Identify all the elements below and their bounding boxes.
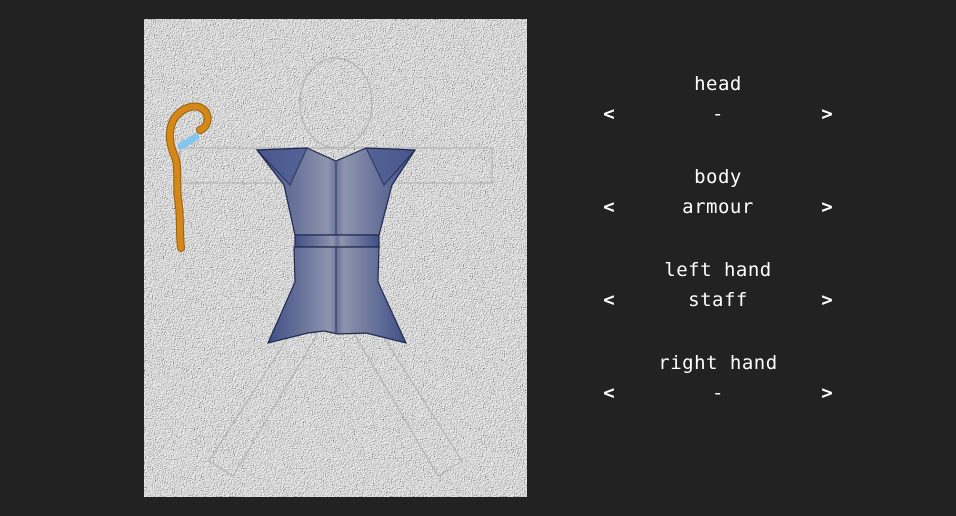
slot-selector: < - > xyxy=(596,99,840,129)
slot-head: head < - > xyxy=(596,70,840,163)
character-figure xyxy=(144,19,527,497)
prev-arrow-button[interactable]: < xyxy=(596,99,622,129)
next-arrow-button[interactable]: > xyxy=(814,285,840,315)
next-arrow-button[interactable]: > xyxy=(814,99,840,129)
slot-value: staff xyxy=(688,289,748,311)
next-arrow-button[interactable]: > xyxy=(814,378,840,408)
slot-left-hand: left hand < staff > xyxy=(596,256,840,349)
slot-label: right hand xyxy=(658,352,778,374)
slot-label: body xyxy=(694,166,742,188)
character-preview xyxy=(144,19,527,497)
prev-arrow-button[interactable]: < xyxy=(596,192,622,222)
equipment-slots: head < - > body < armour > left hand < s… xyxy=(596,70,840,442)
slot-label: head xyxy=(694,73,742,95)
slot-label: left hand xyxy=(664,259,772,281)
slot-selector: < armour > xyxy=(596,192,840,222)
slot-value: - xyxy=(712,103,724,125)
slot-value: armour xyxy=(682,196,754,218)
slot-selector: < staff > xyxy=(596,285,840,315)
next-arrow-button[interactable]: > xyxy=(814,192,840,222)
prev-arrow-button[interactable]: < xyxy=(596,285,622,315)
slot-selector: < - > xyxy=(596,378,840,408)
slot-value: - xyxy=(712,382,724,404)
slot-right-hand: right hand < - > xyxy=(596,349,840,442)
slot-body: body < armour > xyxy=(596,163,840,256)
armour-belt xyxy=(294,234,380,248)
prev-arrow-button[interactable]: < xyxy=(596,378,622,408)
